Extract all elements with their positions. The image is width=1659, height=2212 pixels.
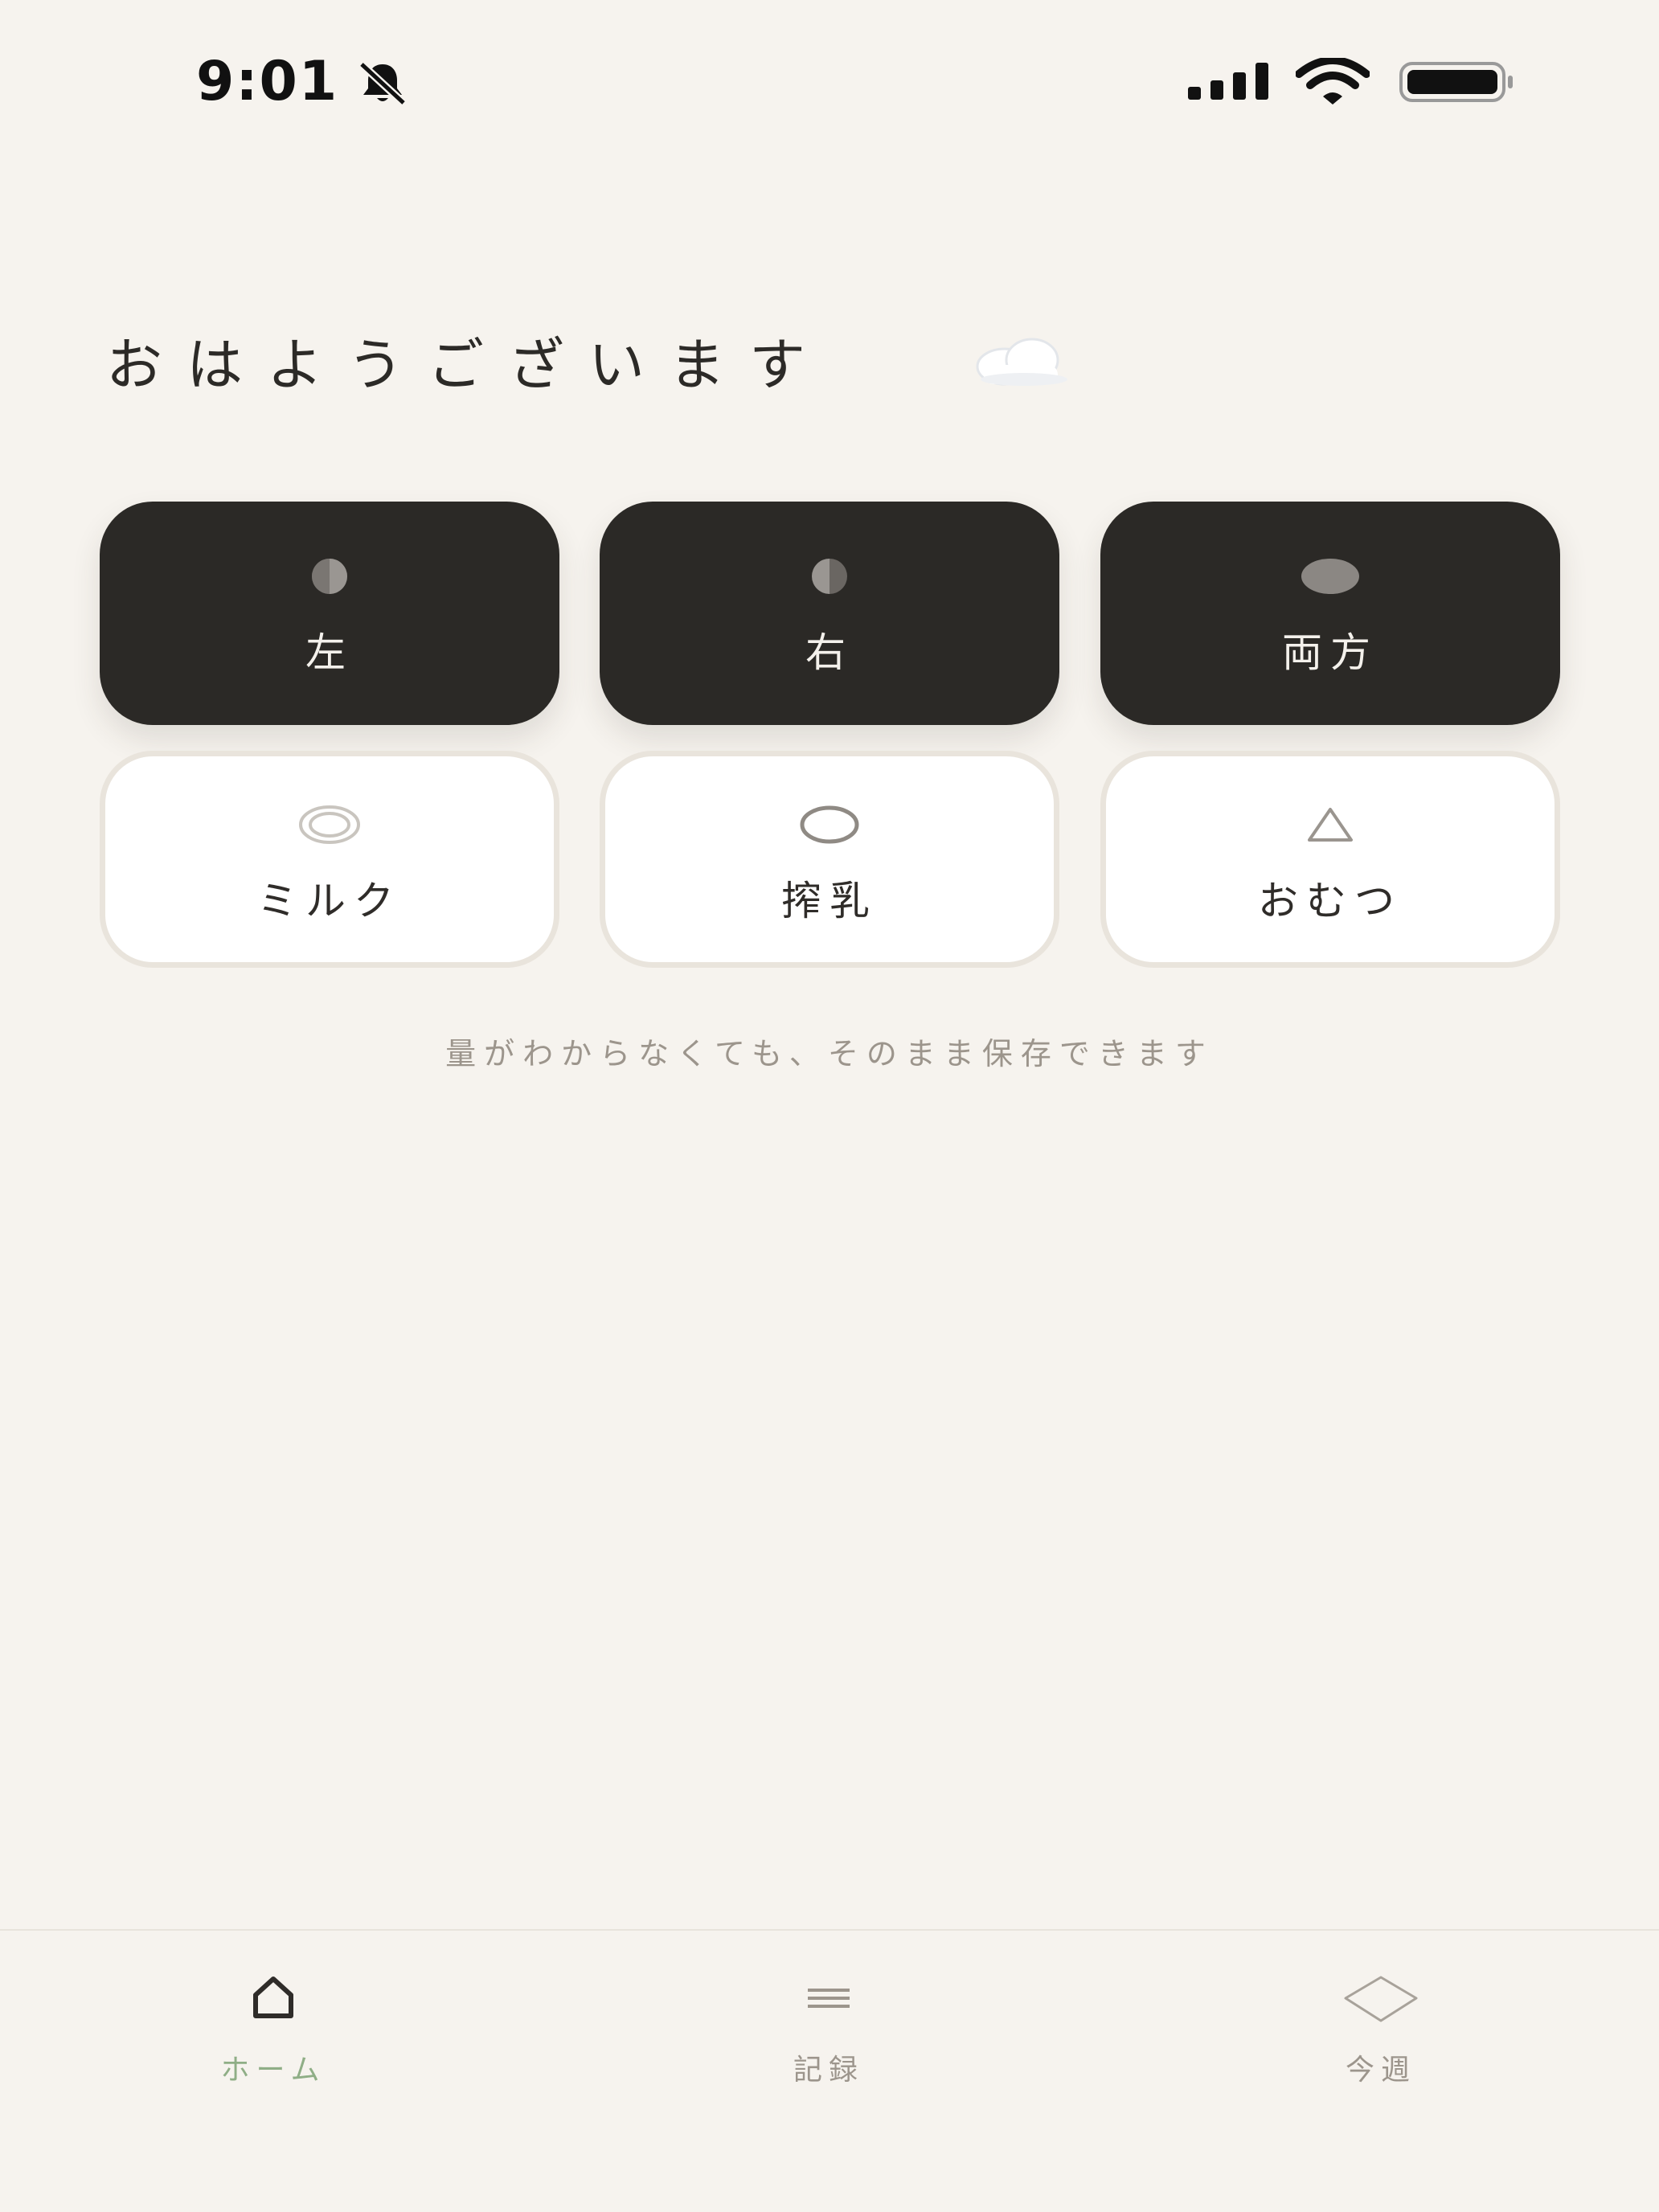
feed-right-label: 右 [805, 629, 854, 676]
status-time: 9:01 [196, 50, 339, 113]
feed-right-button[interactable]: 右 [600, 502, 1059, 725]
filled-circle-icon [1301, 559, 1359, 594]
tab-records-label: 記録 [793, 2054, 864, 2087]
home-icon [253, 1976, 293, 2018]
milk-button[interactable]: ミルク [100, 751, 559, 968]
diaper-button[interactable]: おむつ [1100, 751, 1560, 968]
tab-home[interactable]: ホーム [153, 1974, 394, 2095]
greeting-text: おはようございます [106, 332, 830, 398]
tab-records[interactable]: 記録 [708, 1974, 949, 2095]
feed-left-label: 左 [305, 629, 354, 676]
signal-icon [1188, 63, 1268, 100]
triangle-icon [1308, 808, 1353, 842]
status-bar: 9:01 [0, 0, 1659, 161]
pump-button[interactable]: 搾乳 [600, 751, 1059, 968]
battery-icon [1399, 62, 1513, 102]
cloud-icon [976, 338, 1067, 386]
list-icon [808, 1989, 850, 2008]
diaper-label: おむつ [1258, 878, 1403, 924]
helper-text: 量がわからなくても、そのまま保存できます [445, 1036, 1214, 1071]
double-circle-icon [299, 805, 360, 844]
tab-bar: ホーム 記録 今週 [0, 1929, 1659, 2212]
circle-icon [800, 805, 859, 844]
wifi-icon [1296, 58, 1370, 104]
feed-left-button[interactable]: 左 [100, 502, 559, 725]
feed-both-button[interactable]: 両方 [1100, 502, 1560, 725]
bell-off-icon [358, 61, 407, 106]
milk-label: ミルク [257, 878, 402, 924]
home-screen: 9:01 おはようございます 左 右 両方 ミルク 搾乳 おむつ 量がわからなく… [0, 0, 1659, 2212]
pump-label: 搾乳 [781, 878, 878, 924]
diamond-icon [1344, 1976, 1418, 2022]
tab-this-week-label: 今週 [1345, 2054, 1416, 2087]
tab-home-label: ホーム [220, 2054, 326, 2087]
half-circle-left-icon [312, 559, 347, 594]
tab-this-week[interactable]: 今週 [1260, 1974, 1501, 2095]
feed-both-label: 両方 [1282, 629, 1378, 676]
half-circle-right-icon [812, 559, 847, 594]
